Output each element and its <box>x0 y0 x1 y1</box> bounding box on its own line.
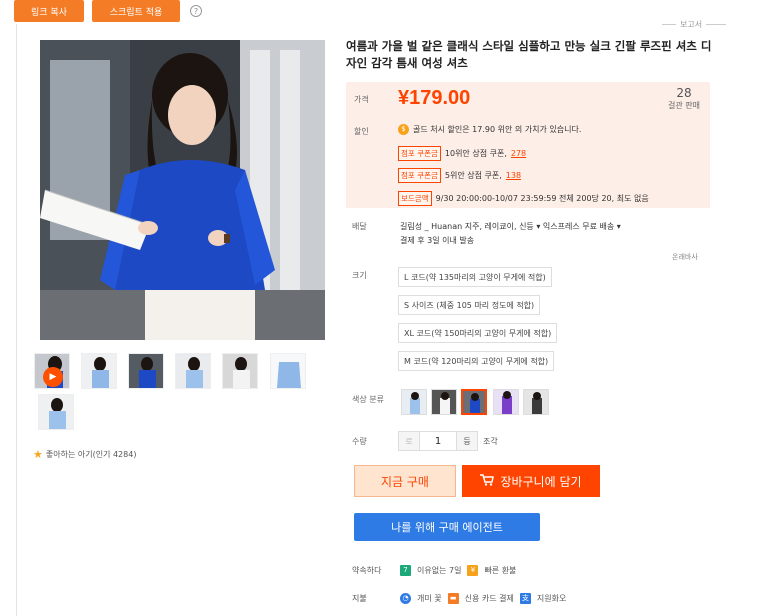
coupon-tag: 점포 쿠폰금 <box>398 146 441 161</box>
script-apply-button[interactable]: 스크립트 적용 <box>92 0 180 22</box>
payment-credit-card[interactable]: 신용 카드 결제 <box>465 593 514 604</box>
sold-count: 28 <box>676 86 692 100</box>
favorite-label: 좋아하는 아기(인기 4284) <box>45 450 137 459</box>
quantity-label: 수량 <box>352 437 367 446</box>
coupon-text: 5위안 상점 쿠폰, <box>444 171 502 180</box>
payment-row: 지불 ◔ 개미 꽃 ▬ 신용 카드 결제 支 지원화오 <box>352 593 566 604</box>
payment-huabei[interactable]: 개미 꽃 <box>417 593 442 604</box>
quantity-increase-button[interactable]: 등 <box>456 431 478 451</box>
huabei-icon: ◔ <box>400 593 411 604</box>
sold-info: 28 걸관 판매 <box>668 86 700 111</box>
coupon-text: 10위안 상점 쿠폰, <box>444 149 507 158</box>
payment-alipay[interactable]: 지원화오 <box>537 593 566 604</box>
coupon-promo-1[interactable]: 점포 쿠폰금 10위안 상점 쿠폰, 278 <box>398 146 526 161</box>
copy-link-button[interactable]: 링크 복사 <box>14 0 84 22</box>
promise-row: 약속하다 7 이유없는 7일 ¥ 빠른 환불 <box>352 565 516 576</box>
report-label[interactable]: 보고서 <box>680 19 702 30</box>
play-icon[interactable]: ▶ <box>43 367 63 387</box>
thumbnail-video[interactable]: ▶ <box>34 353 70 389</box>
report-link[interactable]: 보고서 <box>662 19 726 30</box>
color-option-3-selected[interactable] <box>461 389 487 415</box>
favorite-link[interactable]: ★ 좋아하는 아기(인기 4284) <box>33 448 136 461</box>
discount-tag: 보드금액 <box>398 191 432 206</box>
size-option-l[interactable]: L 코드(약 135마리의 고양이 무게에 적합) <box>398 267 552 287</box>
refund-icon: ¥ <box>467 565 479 576</box>
size-option-m[interactable]: M 코드(약 120마리의 고양이 무게에 적합) <box>398 351 555 371</box>
cart-icon <box>480 473 495 489</box>
delivery-time: 결제 후 3일 이내 발송 <box>400 236 475 245</box>
coupon-amount[interactable]: 278 <box>511 149 526 158</box>
price-label: 가격 <box>354 95 369 104</box>
coupon-tag: 점포 쿠폰금 <box>398 168 441 183</box>
add-to-cart-label: 장바구니에 담기 <box>500 474 582 489</box>
quantity-decrease-button[interactable]: 로 <box>398 431 420 451</box>
quantity-input[interactable]: 1 <box>420 431 456 451</box>
delivery-location[interactable]: 길림성 _ Huanan 지주, 레이쿄이, 신등 ▾ 익스프레스 무료 배송 … <box>400 220 700 234</box>
coin-promo: $ 골드 처시 할인은 17.90 위안 의 가치가 있습니다. <box>398 124 581 135</box>
thumbnail-7[interactable] <box>38 394 74 430</box>
delivery-extra-link[interactable]: 온래바사 <box>672 252 698 262</box>
promise-fast-refund[interactable]: 빠른 환불 <box>484 565 516 576</box>
delivery-label: 배달 <box>352 222 367 231</box>
size-option-xl[interactable]: XL 코드(약 150마리의 고양이 무게에 적합) <box>398 323 558 343</box>
buy-now-button[interactable]: 지금 구매 <box>354 465 456 497</box>
color-option-1[interactable] <box>401 389 427 415</box>
payment-label: 지불 <box>352 594 367 603</box>
seven-day-icon: 7 <box>400 565 411 576</box>
promo-box: 할인 $ 골드 처시 할인은 17.90 위안 의 가치가 있습니다. 점포 쿠… <box>346 116 710 208</box>
coin-icon: $ <box>398 124 409 135</box>
color-label: 색상 분류 <box>352 395 384 404</box>
credit-card-icon: ▬ <box>447 593 459 604</box>
promise-seven-day[interactable]: 이유없는 7일 <box>417 565 461 576</box>
left-divider <box>16 24 17 616</box>
thumbnail-3[interactable] <box>128 353 164 389</box>
color-option-4[interactable] <box>493 389 519 415</box>
price-value: ¥179.00 <box>398 87 471 109</box>
promo-label: 할인 <box>354 127 369 136</box>
star-icon: ★ <box>33 448 43 461</box>
thumbnail-5[interactable] <box>222 353 258 389</box>
color-option-5[interactable] <box>523 389 549 415</box>
product-title: 여름과 가을 벌 같은 클래식 스타일 심플하고 만능 실크 긴팔 루즈핀 셔츠… <box>346 39 712 70</box>
promise-label: 약속하다 <box>352 566 382 575</box>
main-product-image[interactable] <box>40 40 325 340</box>
size-option-s[interactable]: S 사이즈 (체중 105 마리 정도에 적합) <box>398 295 541 315</box>
add-to-cart-button[interactable]: 장바구니에 담기 <box>462 465 600 497</box>
purchase-agent-button[interactable]: 나를 위해 구매 에이전트 <box>354 513 540 541</box>
price-box: 가격 ¥179.00 28 걸관 판매 <box>346 82 710 116</box>
discount-promo: 보드금액 9/30 20:00:00-10/07 23:59:59 전체 200… <box>398 191 649 206</box>
quantity-unit: 조각 <box>483 437 498 446</box>
help-icon[interactable]: ? <box>190 5 202 17</box>
thumbnail-2[interactable] <box>81 353 117 389</box>
delivery-info[interactable]: 길림성 _ Huanan 지주, 레이쿄이, 신등 ▾ 익스프레스 무료 배송 … <box>400 220 700 248</box>
coupon-promo-2[interactable]: 점포 쿠폰금 5위안 상점 쿠폰, 138 <box>398 168 521 183</box>
alipay-icon: 支 <box>519 593 531 604</box>
discount-text: 9/30 20:00:00-10/07 23:59:59 전체 200당 20,… <box>435 194 649 203</box>
coupon-amount[interactable]: 138 <box>506 171 521 180</box>
coin-promo-text: 골드 처시 할인은 17.90 위안 의 가치가 있습니다. <box>413 125 582 134</box>
sold-label: 걸관 판매 <box>668 101 700 110</box>
thumbnail-4[interactable] <box>175 353 211 389</box>
color-option-2[interactable] <box>431 389 457 415</box>
thumbnail-6[interactable] <box>270 353 306 389</box>
size-label: 크기 <box>352 271 367 280</box>
